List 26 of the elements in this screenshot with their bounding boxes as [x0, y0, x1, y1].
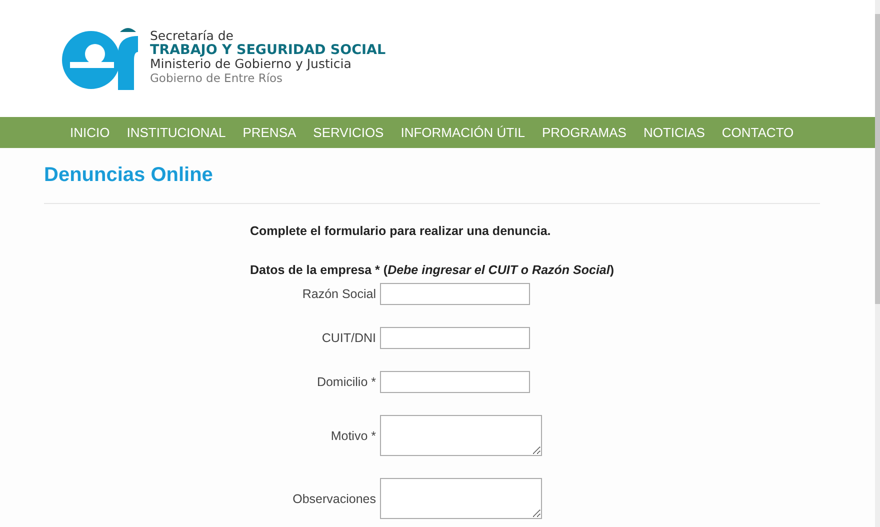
input-field[interactable]	[380, 283, 530, 305]
field-label: Motivo *	[330, 428, 376, 442]
scrollbar-thumb[interactable]	[875, 14, 880, 304]
nav-link[interactable]: SERVICIOS	[305, 125, 392, 140]
input-field[interactable]	[380, 415, 542, 456]
nav-link[interactable]: PROGRAMAS	[534, 125, 634, 140]
input-field[interactable]	[380, 371, 530, 393]
nav-link[interactable]: INSTITUCIONAL	[118, 125, 234, 140]
form-intro: Complete el formulario para realizar una denuncia.	[250, 224, 552, 238]
input-field[interactable]	[380, 478, 542, 519]
page-title: Denuncias Online	[44, 148, 820, 204]
nav-link[interactable]: INFORMACIÓN ÚTIL	[392, 125, 533, 140]
logo-text: Secretaría de	[150, 29, 234, 43]
field-label: Razón Social	[301, 287, 376, 301]
nav-link[interactable]: PRENSA	[234, 125, 304, 140]
logo-text: Ministerio de Gobierno y Justicia	[150, 57, 352, 71]
field-label: CUIT/DNI	[320, 331, 376, 345]
nav-link[interactable]: CONTACTO	[714, 125, 802, 140]
logo-text: TRABAJO Y SEGURIDAD SOCIAL	[150, 43, 386, 57]
logo-text: Gobierno de Entre Ríos	[150, 71, 284, 85]
section-heading: Datos de la empresa * (Debe ingresar el CUIT o Razón Social)	[250, 263, 616, 277]
field-label: Observaciones	[292, 492, 376, 506]
nav-link[interactable]: INICIO	[62, 125, 118, 140]
field-label: Domicilio *	[316, 375, 376, 389]
input-field[interactable]	[380, 327, 530, 349]
nav-link[interactable]: NOTICIAS	[635, 125, 713, 140]
